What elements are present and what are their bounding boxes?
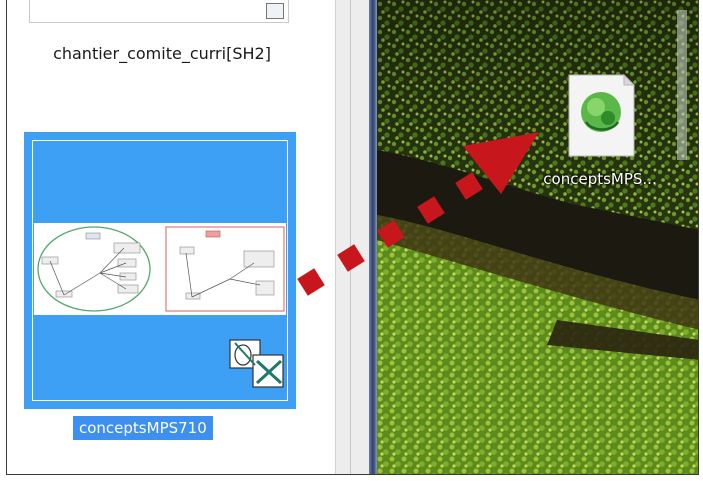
file-browser-pane: chantier_comite_curri[SH2] conceptsMPS71… <box>7 0 335 474</box>
previous-item-label[interactable]: chantier_comite_curri[SH2] <box>7 44 317 63</box>
desktop-area[interactable]: conceptsMPS... <box>377 0 698 474</box>
selected-item-thumbnail[interactable] <box>24 132 296 409</box>
previous-item-thumbnail[interactable] <box>29 0 289 23</box>
gutter-divider <box>350 0 351 474</box>
screenshot-frame: chantier_comite_curri[SH2] conceptsMPS71… <box>6 0 699 475</box>
mindmap-preview <box>34 223 286 315</box>
selected-item-label[interactable]: conceptsMPS710 <box>73 416 213 440</box>
desktop-file-icon[interactable]: conceptsMPS... <box>520 70 680 200</box>
mindmap-app-icon <box>229 339 284 388</box>
mindmap-file-icon <box>568 73 636 157</box>
desktop-file-label[interactable]: conceptsMPS... <box>520 170 680 188</box>
window-border <box>369 0 377 474</box>
file-type-icon <box>266 3 284 19</box>
